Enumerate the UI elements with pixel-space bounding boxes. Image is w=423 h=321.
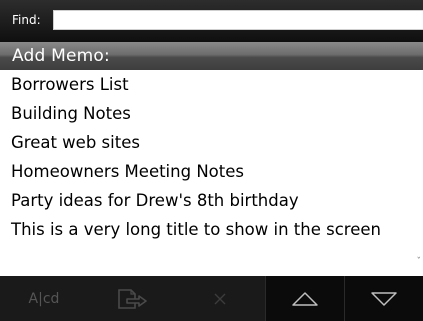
find-bar: Find:	[0, 0, 423, 42]
up-arrow-icon	[292, 291, 318, 306]
close-icon	[214, 293, 226, 304]
export-button[interactable]	[88, 276, 176, 321]
next-button[interactable]	[344, 276, 423, 321]
text-format-label: A|cd	[28, 290, 60, 307]
memo-item[interactable]: This is a very long title to show in the…	[0, 215, 423, 244]
text-format-button[interactable]: A|cd	[0, 276, 88, 321]
memo-item[interactable]: Building Notes	[0, 99, 423, 128]
find-label: Find:	[12, 13, 41, 27]
toolbar-left-group: A|cd	[0, 276, 265, 321]
memo-item[interactable]: Homeowners Meeting Notes	[0, 157, 423, 186]
add-memo-row[interactable]: Add Memo:	[0, 42, 423, 70]
previous-button[interactable]	[265, 276, 344, 321]
clear-button[interactable]	[176, 276, 264, 321]
scroll-indicator-icon: ˇ	[416, 257, 422, 267]
memo-item[interactable]: Borrowers List	[0, 70, 423, 99]
export-icon	[118, 288, 147, 309]
find-input[interactable]	[53, 10, 423, 30]
bottom-toolbar: A|cd	[0, 276, 423, 321]
memo-item[interactable]: Great web sites	[0, 128, 423, 157]
down-arrow-icon	[371, 291, 397, 306]
memo-item[interactable]: Party ideas for Drew's 8th birthday	[0, 186, 423, 215]
memo-list: Borrowers List Building Notes Great web …	[0, 70, 423, 276]
